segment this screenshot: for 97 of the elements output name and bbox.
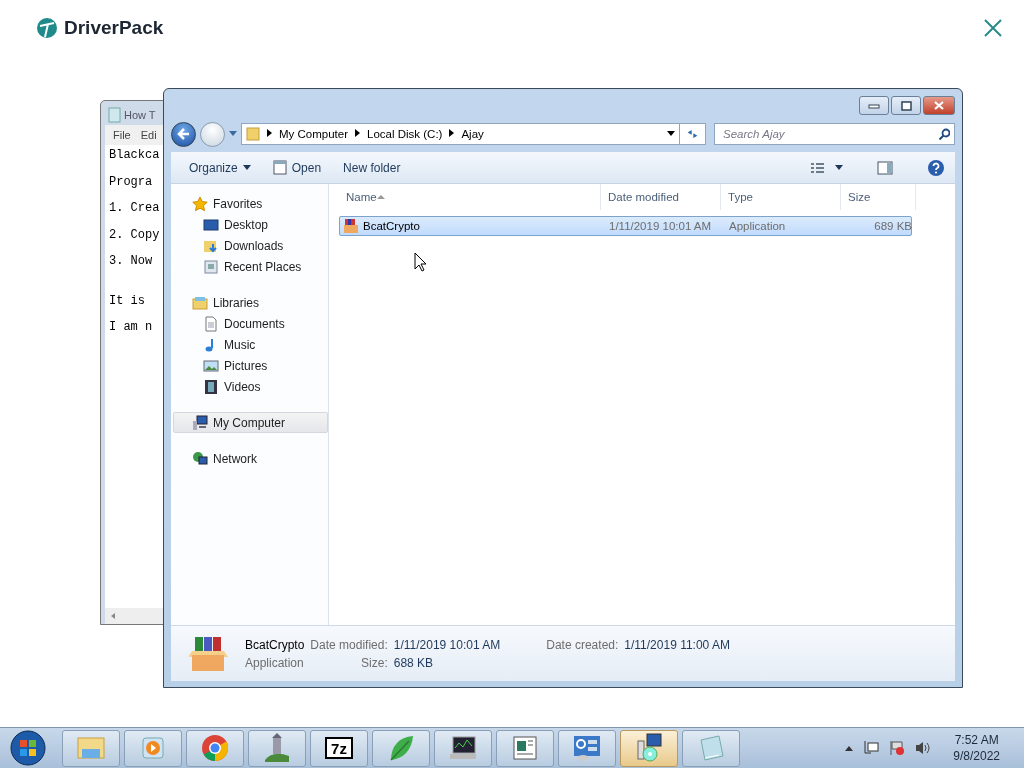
file-row[interactable]: BcatCrypto 1/11/2019 10:01 AM Application 689 KB [339, 216, 912, 236]
recent-icon [203, 258, 219, 275]
nav-item[interactable]: Videos [173, 376, 328, 397]
column-header[interactable]: Size [841, 184, 916, 210]
nav-item[interactable]: Downloads [173, 235, 328, 256]
scroll-left-icon [109, 612, 117, 620]
text-line: It is [109, 293, 146, 310]
flag-icon [889, 740, 906, 756]
minimize-button[interactable] [859, 96, 889, 115]
chrome-icon [199, 732, 231, 764]
library-icon [192, 294, 208, 311]
help-icon [927, 158, 945, 177]
close-button[interactable] [923, 96, 955, 115]
toolbar-button[interactable]: New folder [337, 157, 407, 178]
field-label: Size: [360, 655, 388, 670]
archive-box-icon [189, 634, 229, 673]
taskbar-button[interactable] [620, 729, 678, 767]
nav-item[interactable]: Recent Places [173, 256, 328, 277]
dropdown-icon [835, 165, 843, 170]
pictures-icon [203, 357, 219, 374]
sort-icon [376, 195, 385, 199]
text-line: 2. Copy [109, 227, 161, 244]
nav-item[interactable]: Documents [173, 313, 328, 334]
clock-time[interactable]: 7:52 AM [954, 733, 999, 747]
file-name: BcatCrypto [245, 637, 305, 652]
text-line: 3. Now [109, 254, 154, 270]
dropdown-icon [242, 165, 251, 170]
address-bar[interactable]: My Computer Local Disk (C:) Ajay [241, 123, 680, 145]
dropdown-icon [667, 131, 675, 137]
column-header[interactable]: Name [339, 184, 601, 210]
speaker-icon [915, 740, 932, 756]
close-icon [933, 100, 945, 111]
breadcrumb-item[interactable]: Ajay [461, 128, 484, 140]
nav-item[interactable]: Favorites [173, 193, 328, 214]
field-value: 1/11/2019 11:00 AM [624, 637, 730, 652]
field-label: Date modified: [310, 637, 388, 652]
search-field[interactable]: Search Ajay [714, 123, 955, 145]
window-title: How T [124, 109, 156, 121]
document-icon [203, 315, 219, 332]
close-icon [984, 19, 1002, 37]
table-cell-text: Application [728, 220, 787, 232]
view-list-icon [810, 161, 825, 174]
text-line: Blackca [109, 148, 161, 164]
chevron-right-icon [355, 129, 361, 137]
field-value: 688 KB [393, 655, 435, 670]
text-line: 1. Crea [109, 201, 161, 217]
breadcrumb-item[interactable]: Local Disk (C:) [367, 128, 443, 140]
folder-icon [246, 126, 260, 142]
file-type: Application [245, 655, 305, 670]
refresh-button[interactable] [680, 123, 706, 145]
desktop-icon [203, 216, 219, 233]
preview-pane-icon [877, 160, 893, 175]
network-icon [863, 740, 880, 756]
nav-item[interactable]: Libraries [173, 292, 328, 313]
archive-box-icon [343, 218, 359, 234]
computer-icon [192, 414, 208, 431]
clock-date[interactable]: 9/8/2022 [953, 749, 1000, 763]
notepad-icon [107, 107, 121, 123]
star-icon [192, 195, 208, 212]
back-arrow-icon [176, 127, 191, 141]
field-label: Date created: [546, 637, 619, 652]
show-hidden-icons-icon [845, 745, 854, 751]
nav-item[interactable]: My Computer [173, 412, 328, 433]
table-cell-text: 689 KB [873, 220, 913, 232]
nav-item[interactable]: Network [173, 448, 328, 469]
toolbar-button[interactable]: Open [266, 157, 328, 178]
application-icon [272, 160, 287, 175]
logo-icon [36, 17, 58, 39]
search-icon [938, 128, 950, 140]
maximize-button[interactable] [891, 96, 921, 115]
maximize-icon [900, 100, 912, 111]
field-value: 1/11/2019 10:01 AM [393, 637, 501, 652]
menu-item[interactable]: File [113, 129, 131, 141]
text-line: Progra [109, 174, 154, 191]
taskbar-button[interactable]: 7z [310, 729, 368, 767]
minimize-icon [868, 101, 880, 110]
column-header[interactable]: Type [721, 184, 841, 210]
taskbar-button[interactable] [434, 729, 492, 767]
breadcrumb-item[interactable]: My Computer [279, 128, 349, 140]
table-cell-text: 1/11/2019 10:01 AM [608, 220, 713, 232]
file-name: BcatCrypto [363, 220, 420, 232]
nav-item[interactable]: Music [173, 334, 328, 355]
column-header[interactable]: Date modified [601, 184, 721, 210]
videos-icon [203, 378, 219, 395]
back-button[interactable] [171, 121, 196, 147]
text-line: I am n [109, 320, 154, 336]
toolbar-button[interactable]: Organize [183, 157, 257, 178]
chevron-right-icon [267, 129, 272, 137]
dropdown-icon [229, 131, 237, 137]
chevron-right-icon [449, 129, 455, 137]
network-icon [192, 450, 208, 467]
start-orb-icon [10, 730, 46, 766]
menu-item[interactable]: Edi [140, 129, 157, 141]
brand-name: DriverPack [64, 17, 164, 39]
cursor-icon [414, 252, 428, 272]
nav-item[interactable]: Pictures [173, 355, 328, 376]
nav-item[interactable]: Desktop [173, 214, 328, 235]
